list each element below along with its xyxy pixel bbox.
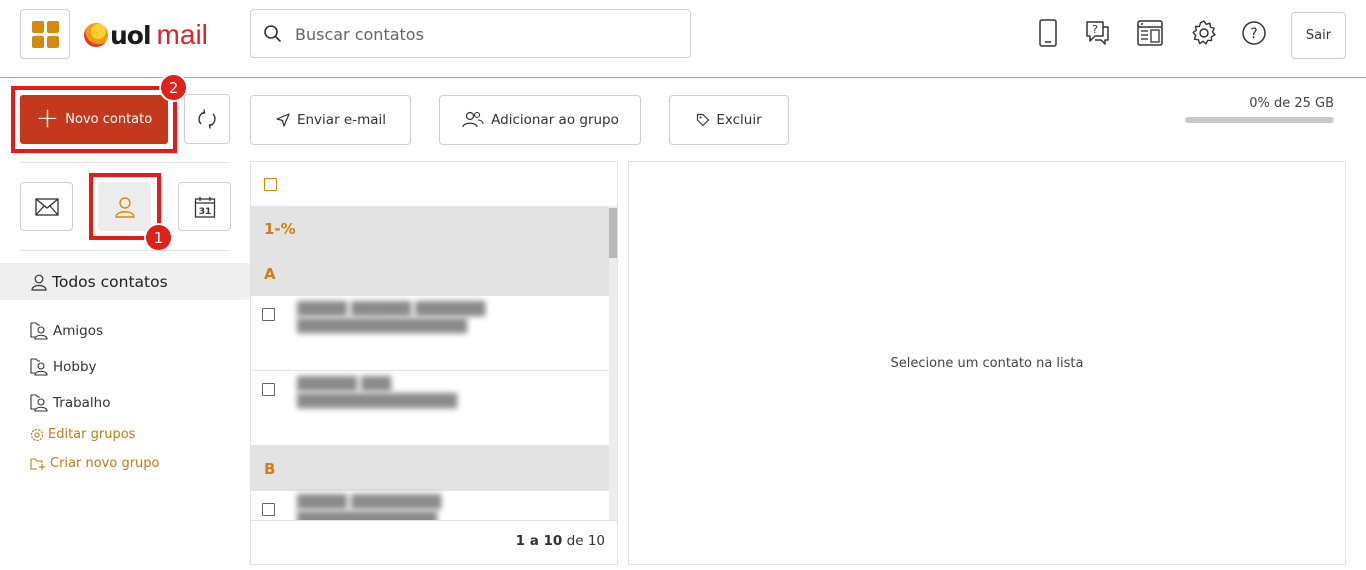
contact-email-redacted: █████████████████ xyxy=(297,319,467,334)
nav-calendar-button[interactable]: 31 xyxy=(178,182,231,231)
svg-text:?: ? xyxy=(1092,23,1098,36)
envelope-icon xyxy=(34,197,59,216)
sidebar-item-all-contacts[interactable]: Todos contatos xyxy=(0,263,250,300)
contact-list-header xyxy=(251,162,617,206)
section-header: B xyxy=(251,446,609,491)
pagination-of: de xyxy=(566,533,584,549)
contact-email-redacted: ████████████████ xyxy=(297,394,457,409)
section-letter: A xyxy=(264,264,276,283)
logo-mail-text: mail xyxy=(156,19,208,50)
app-header: uol mail ? ? Sair xyxy=(0,0,1366,78)
highlight-new-contact xyxy=(11,86,177,153)
add-to-group-label: Adicionar ao grupo xyxy=(491,112,619,128)
empty-detail-message: Selecione um contato na lista xyxy=(890,355,1084,371)
add-folder-icon xyxy=(30,457,45,470)
question-icon[interactable]: ? xyxy=(1240,18,1268,48)
search-input[interactable] xyxy=(295,20,675,48)
layout-icon[interactable] xyxy=(1136,18,1164,48)
sync-button[interactable] xyxy=(184,94,230,144)
group-folder-icon xyxy=(30,358,48,376)
contact-row[interactable]: ██████ ███ ████████████████ xyxy=(251,371,609,446)
help-chat-icon[interactable]: ? xyxy=(1083,18,1111,48)
sidebar-group-trabalho[interactable]: Trabalho xyxy=(30,393,111,413)
tag-icon xyxy=(697,113,710,127)
group-folder-icon xyxy=(30,394,48,412)
contact-list: 1-% A █████ ██████ ███████ █████████████… xyxy=(250,161,618,565)
sidebar-group-hobby[interactable]: Hobby xyxy=(30,357,97,377)
contact-row[interactable]: █████ ██████ ███████ █████████████████ xyxy=(251,296,609,371)
create-group-link[interactable]: Criar novo grupo xyxy=(30,456,160,471)
sidebar-divider xyxy=(20,162,230,163)
calendar-icon: 31 xyxy=(194,196,215,218)
logo-uol-text: uol xyxy=(110,20,152,50)
contact-name-redacted: █████ ██████ ███████ xyxy=(297,302,486,317)
pagination: 1 a 10 de 10 xyxy=(251,520,617,564)
sync-icon xyxy=(198,109,216,129)
gear-icon[interactable] xyxy=(1190,18,1218,48)
section-letter: 1-% xyxy=(264,219,296,238)
contact-detail-pane: Selecione um contato na lista xyxy=(628,161,1346,565)
uol-logo-icon xyxy=(84,23,108,47)
apps-grid-icon-part xyxy=(47,36,59,48)
section-header: A xyxy=(251,251,609,296)
svg-text:?: ? xyxy=(1250,26,1257,42)
apps-grid-icon-part xyxy=(32,36,44,48)
create-group-label: Criar novo grupo xyxy=(50,456,160,471)
contact-name-redacted: ██████ ███ xyxy=(297,377,392,392)
delete-button[interactable]: Excluir xyxy=(669,95,789,145)
svg-text:31: 31 xyxy=(198,207,211,217)
apps-grid-button[interactable] xyxy=(20,9,70,59)
group-label: Hobby xyxy=(53,359,97,375)
send-email-button[interactable]: Enviar e-mail xyxy=(250,95,411,145)
sidebar-group-amigos[interactable]: Amigos xyxy=(30,321,103,341)
group-add-icon xyxy=(462,111,484,128)
edit-groups-label: Editar grupos xyxy=(48,427,136,442)
pagination-range: 1 a 10 xyxy=(515,533,563,549)
add-to-group-button[interactable]: Adicionar ao grupo xyxy=(439,95,641,145)
storage-quota-text: 0% de 25 GB xyxy=(1249,96,1334,111)
search-box[interactable] xyxy=(250,9,691,58)
section-header: 1-% xyxy=(251,206,609,251)
step-badge-1: 1 xyxy=(144,223,173,252)
search-icon xyxy=(264,25,281,42)
mobile-icon[interactable] xyxy=(1034,18,1062,48)
send-icon xyxy=(276,113,290,127)
nav-mail-button[interactable] xyxy=(20,182,73,231)
user-icon xyxy=(31,274,47,291)
contact-checkbox[interactable] xyxy=(262,503,275,516)
apps-grid-icon xyxy=(32,21,44,33)
sidebar-divider xyxy=(20,250,230,251)
group-label: Trabalho xyxy=(53,395,111,411)
contact-checkbox[interactable] xyxy=(262,383,275,396)
section-letter: B xyxy=(264,459,276,478)
contact-name-redacted: █████ █████████ xyxy=(297,495,442,510)
group-label: Amigos xyxy=(53,323,103,339)
uol-mail-logo[interactable]: uol mail xyxy=(84,19,208,50)
storage-quota-bar xyxy=(1185,117,1334,123)
contact-checkbox[interactable] xyxy=(262,308,275,321)
logout-button[interactable]: Sair xyxy=(1291,12,1346,59)
all-contacts-label: Todos contatos xyxy=(52,272,168,291)
select-all-checkbox[interactable] xyxy=(264,178,277,191)
group-folder-icon xyxy=(30,322,48,340)
send-email-label: Enviar e-mail xyxy=(296,112,387,128)
edit-groups-link[interactable]: Editar grupos xyxy=(30,427,135,442)
pagination-total: 10 xyxy=(587,533,605,549)
scrollbar-thumb[interactable] xyxy=(609,208,617,258)
gear-icon xyxy=(30,428,44,441)
apps-grid-icon-part xyxy=(47,21,59,33)
delete-label: Excluir xyxy=(716,112,762,128)
